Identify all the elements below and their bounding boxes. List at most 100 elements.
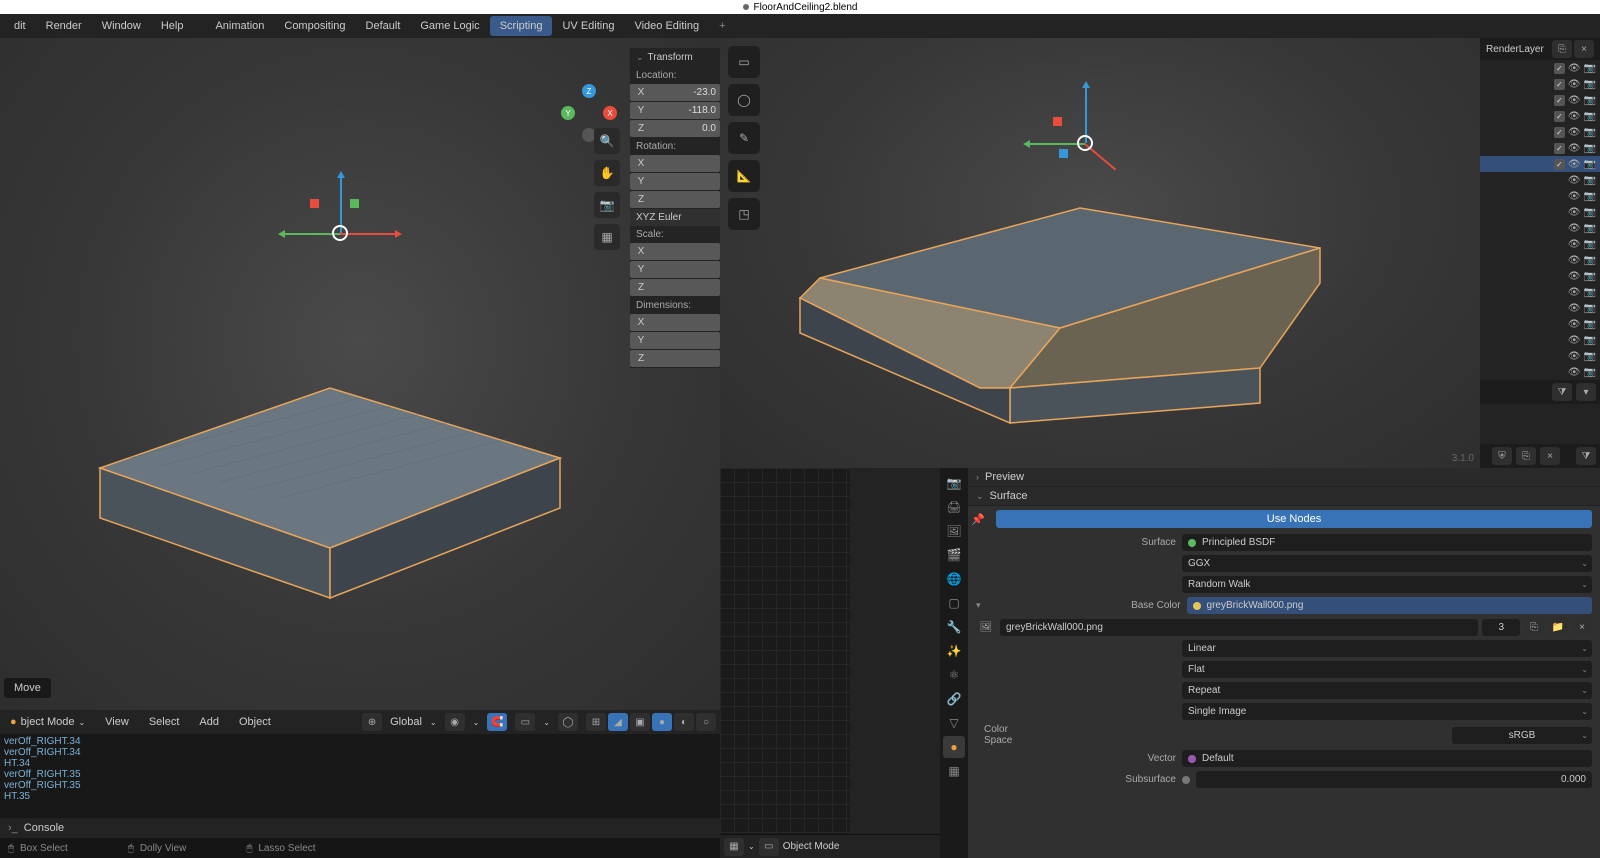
eye-icon[interactable]: 👁 — [1568, 79, 1581, 90]
eye-icon[interactable]: 👁 — [1568, 191, 1581, 202]
properties-panel[interactable]: ›Preview ⌄Surface 📌 Use Nodes Surface Pr… — [968, 468, 1600, 858]
tab-output[interactable]: 🖨 — [943, 496, 965, 518]
eye-icon[interactable]: 👁 — [1568, 223, 1581, 234]
workspace-game-logic[interactable]: Game Logic — [410, 16, 489, 36]
camera-icon[interactable]: 📷 — [1584, 63, 1596, 74]
eye-icon[interactable]: 👁 — [1568, 351, 1581, 362]
axis-y[interactable]: Y — [561, 106, 575, 120]
menu-render[interactable]: Render — [36, 16, 92, 36]
camera-icon[interactable]: 📷 — [1584, 95, 1596, 106]
outliner-footer2[interactable]: ⛨ ⎘ × ⧩ — [1480, 444, 1600, 468]
location-z[interactable]: Z0.0 — [630, 120, 720, 137]
menu-edit[interactable]: dit — [4, 16, 36, 36]
shading-mat[interactable]: ○ — [696, 713, 716, 731]
scale-z[interactable]: Z — [630, 279, 720, 296]
camera-icon[interactable]: 📷 — [1584, 175, 1596, 186]
tab-mesh[interactable]: ▽ — [943, 712, 965, 734]
n-panel[interactable]: ⌄Transform Location: X-23.0 Y-118.0 Z0.0… — [630, 48, 720, 368]
checkbox-icon[interactable] — [1554, 79, 1565, 90]
location-x[interactable]: X-23.0 — [630, 84, 720, 101]
workspace-add[interactable]: + — [709, 16, 735, 36]
uv-mode-icon[interactable]: ▭ — [759, 838, 779, 856]
camera-icon[interactable]: 📷 — [594, 192, 620, 218]
menubar[interactable]: dit Render Window Help Animation Composi… — [0, 14, 1600, 38]
outliner-row[interactable]: 👁📷 — [1480, 364, 1600, 380]
camera-icon[interactable]: 📷 — [1584, 127, 1596, 138]
dim-z[interactable]: Z — [630, 350, 720, 367]
filter-funnel-icon[interactable]: ⧩ — [1552, 383, 1572, 401]
uv-sync-icon[interactable]: ▦ — [724, 838, 744, 856]
eye-icon[interactable]: 👁 — [1568, 239, 1581, 250]
uv-editor[interactable] — [720, 468, 850, 834]
viewport-left[interactable]: Z X Y 🔍 ✋ 📷 ▦ — [0, 38, 720, 710]
outliner-row[interactable]: 👁📷 — [1480, 156, 1600, 172]
eye-icon[interactable]: 👁 — [1568, 175, 1581, 186]
eye-icon[interactable]: 👁 — [1568, 319, 1581, 330]
outliner-row[interactable]: 👁📷 — [1480, 188, 1600, 204]
eye-icon[interactable]: 👁 — [1568, 111, 1581, 122]
source-select[interactable]: Single Image⌄ — [1182, 703, 1592, 720]
eye-icon[interactable]: 👁 — [1568, 143, 1581, 154]
outliner-row[interactable]: 👁📷 — [1480, 172, 1600, 188]
workspace-compositing[interactable]: Compositing — [274, 16, 355, 36]
tab-scene[interactable]: 🎬 — [943, 544, 965, 566]
transform-header[interactable]: ⌄Transform — [630, 48, 720, 67]
outliner-row[interactable]: 👁📷 — [1480, 76, 1600, 92]
tab-texture[interactable]: ▦ — [943, 760, 965, 782]
outliner-header[interactable]: RenderLayer ⎘× — [1480, 38, 1600, 60]
uv-header[interactable]: ▦ ⌄ ▭ Object Mode — [720, 834, 940, 858]
subsurface-value[interactable]: 0.000 — [1196, 771, 1592, 788]
menu-object[interactable]: Object — [233, 714, 277, 730]
camera-icon[interactable]: 📷 — [1584, 207, 1596, 218]
outliner-row[interactable]: 👁📷 — [1480, 60, 1600, 76]
orientation-icon[interactable]: ⊕ — [362, 713, 382, 731]
workspace-video-editing[interactable]: Video Editing — [624, 16, 709, 36]
outliner-row[interactable]: 👁📷 — [1480, 316, 1600, 332]
outliner-row[interactable]: 👁📷 — [1480, 108, 1600, 124]
surface-shader[interactable]: Principled BSDF — [1182, 534, 1592, 551]
outliner-footer[interactable]: ⧩ ▾ — [1480, 380, 1600, 404]
camera-icon[interactable]: 📷 — [1584, 111, 1596, 122]
eye-icon[interactable]: 👁 — [1568, 271, 1581, 282]
camera-icon[interactable]: 📷 — [1584, 239, 1596, 250]
camera-icon[interactable]: 📷 — [1584, 319, 1596, 330]
scale-y[interactable]: Y — [630, 261, 720, 278]
property-tabs[interactable]: 📷 🖨 🖼 🎬 🌐 ▢ 🔧 ✨ ⚛ 🔗 ▽ ● ▦ — [940, 468, 968, 858]
basecolor-value[interactable]: greyBrickWall000.png — [1187, 597, 1592, 614]
tab-world[interactable]: 🌐 — [943, 568, 965, 590]
camera-icon[interactable]: 📷 — [1584, 191, 1596, 202]
menu-select[interactable]: Select — [143, 714, 186, 730]
floor-mesh[interactable] — [70, 348, 590, 608]
tab-view[interactable]: 🖼 — [943, 520, 965, 542]
image-browse-icon[interactable]: 🖼 — [976, 618, 996, 636]
distribution-select[interactable]: GGX⌄ — [1182, 555, 1592, 572]
image-users[interactable]: 3 — [1482, 619, 1520, 636]
tab-object[interactable]: ▢ — [943, 592, 965, 614]
filter-icon[interactable]: ▾ — [1576, 383, 1596, 401]
image-open-icon[interactable]: 📁 — [1548, 618, 1568, 636]
dim-x[interactable]: X — [630, 314, 720, 331]
select-tool[interactable]: ◯ — [728, 84, 760, 116]
camera-icon[interactable]: 📷 — [1584, 287, 1596, 298]
rotation-z[interactable]: Z — [630, 191, 720, 208]
eye-icon[interactable]: 👁 — [1568, 303, 1581, 314]
xray-toggle[interactable]: ▣ — [630, 713, 650, 731]
ceiling-mesh[interactable] — [760, 188, 1360, 448]
eye-icon[interactable]: 👁 — [1568, 127, 1581, 138]
viewport-right[interactable]: ▭ ◯ ✎ 📐 ◳ — [720, 38, 1480, 468]
dim-y[interactable]: Y — [630, 332, 720, 349]
annotate-tool[interactable]: ✎ — [728, 122, 760, 154]
tab-modifier[interactable]: 🔧 — [943, 616, 965, 638]
camera-icon[interactable]: 📷 — [1584, 303, 1596, 314]
checkbox-icon[interactable] — [1554, 143, 1565, 154]
orientation-label[interactable]: Global — [390, 716, 422, 728]
rotation-x[interactable]: X — [630, 155, 720, 172]
camera-icon[interactable]: 📷 — [1584, 271, 1596, 282]
checkbox-icon[interactable] — [1554, 159, 1565, 170]
checkbox-icon[interactable] — [1554, 63, 1565, 74]
eye-icon[interactable]: 👁 — [1568, 335, 1581, 346]
pivot-icon[interactable]: ◉ — [445, 713, 465, 731]
workspace-animation[interactable]: Animation — [205, 16, 274, 36]
menu-add[interactable]: Add — [193, 714, 225, 730]
extension-select[interactable]: Repeat⌄ — [1182, 682, 1592, 699]
